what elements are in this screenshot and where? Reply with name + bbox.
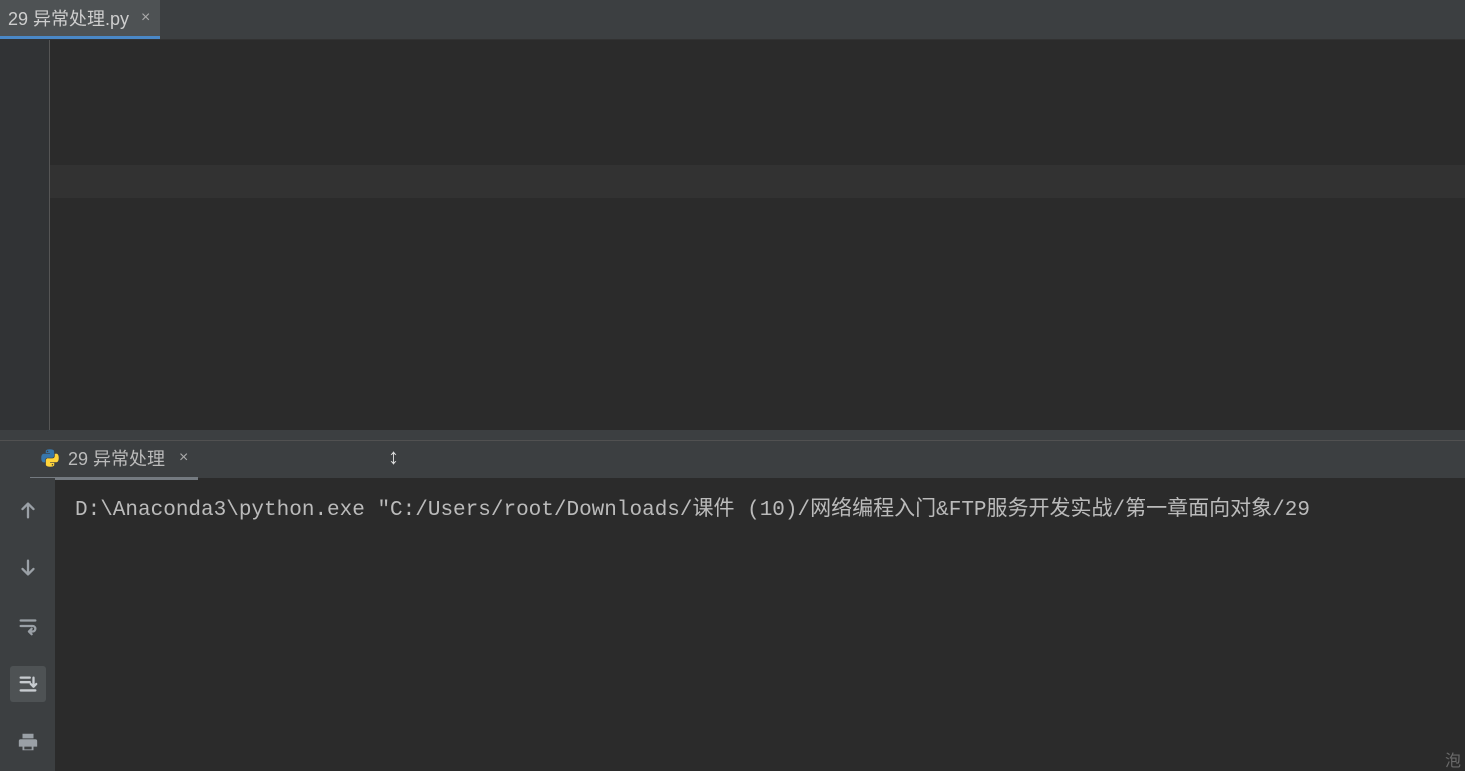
panel-splitter[interactable] bbox=[0, 430, 1465, 440]
run-panel: D:\Anaconda3\python.exe "C:/Users/root/D… bbox=[0, 478, 1465, 771]
down-arrow-button[interactable] bbox=[10, 550, 46, 586]
soft-wrap-icon bbox=[17, 615, 39, 637]
editor-area[interactable] bbox=[0, 40, 1465, 430]
editor-gutter bbox=[0, 40, 50, 430]
print-button[interactable] bbox=[10, 724, 46, 760]
editor-tab-label: 29 异常处理.py bbox=[8, 5, 129, 31]
run-tab-active[interactable]: 29 异常处理 × bbox=[30, 439, 198, 480]
scroll-to-end-icon bbox=[17, 673, 39, 695]
arrow-down-icon bbox=[17, 557, 39, 579]
python-icon bbox=[40, 448, 60, 468]
soft-wrap-button[interactable] bbox=[10, 608, 46, 644]
scroll-to-end-button[interactable] bbox=[10, 666, 46, 702]
editor-content[interactable] bbox=[50, 40, 1465, 430]
current-line-highlight bbox=[50, 165, 1465, 198]
run-tab-label: 29 异常处理 bbox=[68, 445, 165, 471]
editor-tab-active[interactable]: 29 异常处理.py × bbox=[0, 0, 160, 39]
print-icon bbox=[17, 731, 39, 753]
editor-tab-bar: 29 异常处理.py × bbox=[0, 0, 1465, 40]
arrow-up-icon bbox=[17, 499, 39, 521]
close-icon[interactable]: × bbox=[179, 449, 188, 467]
run-toolbar bbox=[0, 478, 55, 771]
close-icon[interactable]: × bbox=[141, 9, 150, 27]
up-arrow-button[interactable] bbox=[10, 492, 46, 528]
console-output[interactable]: D:\Anaconda3\python.exe "C:/Users/root/D… bbox=[55, 478, 1465, 771]
run-panel-header: 29 异常处理 × bbox=[0, 440, 1465, 478]
corner-text: 泡 bbox=[1445, 747, 1461, 771]
